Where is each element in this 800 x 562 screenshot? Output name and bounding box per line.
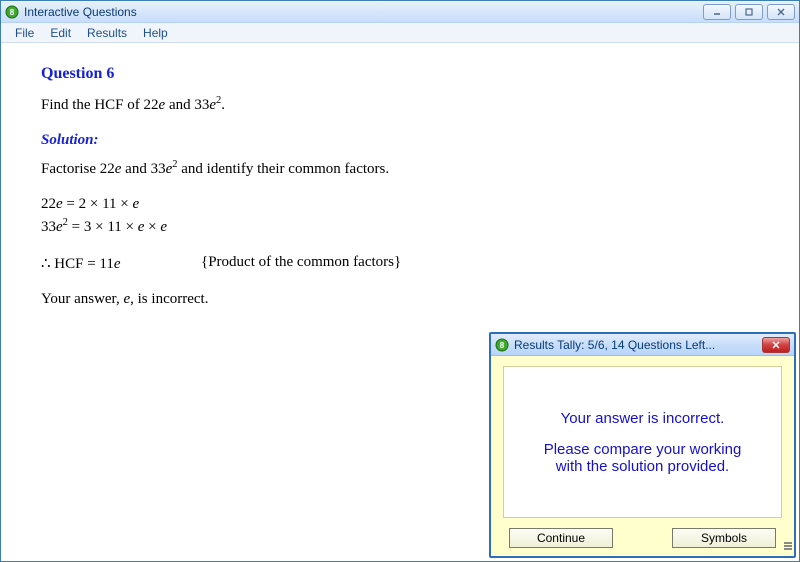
symbols-button[interactable]: Symbols (672, 528, 776, 548)
tally-message-panel: Your answer is incorrect. Please compare… (503, 366, 782, 518)
l1-22: 22 (41, 196, 56, 212)
q-and: and (165, 97, 194, 113)
question-statement: Find the HCF of 22e and 33e2. (41, 95, 759, 114)
fact-prefix: Factorise (41, 161, 100, 177)
close-button[interactable] (767, 4, 795, 20)
therefore-symbol: ∴ (41, 256, 51, 272)
fact-suffix: and identify their common factors. (178, 161, 390, 177)
menu-results[interactable]: Results (79, 24, 135, 42)
l1-e: e (56, 196, 63, 212)
solution-label: Solution: (41, 132, 759, 149)
window-controls (703, 4, 795, 20)
l1-e-end: e (133, 196, 140, 212)
tally-button-row: Continue Symbols (503, 528, 782, 548)
factor-line-1: 22e = 2 × 11 × e (41, 196, 759, 213)
svg-text:8: 8 (500, 341, 505, 350)
l2-33: 33 (41, 219, 56, 235)
tally-titlebar[interactable]: 8 Results Tally: 5/6, 14 Questions Left.… (491, 334, 794, 356)
hcf-note: {Product of the common factors} (201, 254, 401, 273)
fact-22: 22 (100, 161, 115, 177)
menu-edit[interactable]: Edit (42, 24, 79, 42)
q-term1-coef: 22 (144, 97, 159, 113)
menubar: File Edit Results Help (1, 23, 799, 43)
resize-grip-icon[interactable] (784, 542, 792, 550)
app-icon: 8 (5, 5, 19, 19)
tally-msg-compare-a: Please compare your working (544, 441, 742, 458)
hcf-prefix: HCF = 11 (51, 256, 114, 272)
fact-and: and (121, 161, 150, 177)
tally-msg-compare-b: with the solution provided. (556, 458, 729, 475)
l2-rhs: = 3 × 11 × (68, 219, 138, 235)
hcf-result-row: ∴ HCF = 11e {Product of the common facto… (41, 254, 759, 273)
factorise-instruction: Factorise 22e and 33e2 and identify thei… (41, 159, 759, 178)
tally-window-title: Results Tally: 5/6, 14 Questions Left... (514, 338, 762, 352)
svg-text:8: 8 (10, 8, 15, 17)
menu-file[interactable]: File (7, 24, 42, 42)
maximize-button[interactable] (735, 4, 763, 20)
factorisation-block: 22e = 2 × 11 × e 33e2 = 3 × 11 × e × e (41, 196, 759, 236)
window-title: Interactive Questions (24, 5, 703, 19)
tally-app-icon: 8 (495, 338, 509, 352)
l1-rhs: = 2 × 11 × (63, 196, 133, 212)
q-prefix: Find the HCF of (41, 97, 144, 113)
hcf-leading: ∴ HCF = 11e (41, 254, 201, 273)
tally-msg-incorrect: Your answer is incorrect. (561, 410, 725, 427)
question-title: Question 6 (41, 65, 759, 83)
hcf-e: e (114, 256, 121, 272)
minimize-button[interactable] (703, 4, 731, 20)
l2-e2: e (160, 219, 167, 235)
fact-33: 33 (151, 161, 166, 177)
l2-e: e (56, 219, 63, 235)
results-tally-window[interactable]: 8 Results Tally: 5/6, 14 Questions Left.… (489, 332, 796, 558)
q-period: . (221, 97, 225, 113)
feedback-line: Your answer, e, is incorrect. (41, 291, 759, 308)
titlebar[interactable]: 8 Interactive Questions (1, 1, 799, 23)
factor-line-2: 33e2 = 3 × 11 × e × e (41, 217, 759, 236)
fb-suffix: , is incorrect. (130, 291, 208, 307)
tally-body: Your answer is incorrect. Please compare… (491, 356, 794, 556)
fb-prefix: Your answer, (41, 291, 123, 307)
continue-button[interactable]: Continue (509, 528, 613, 548)
q-term2-coef: 33 (194, 97, 209, 113)
menu-help[interactable]: Help (135, 24, 176, 42)
tally-close-button[interactable] (762, 337, 790, 353)
l2-times: × (144, 219, 160, 235)
